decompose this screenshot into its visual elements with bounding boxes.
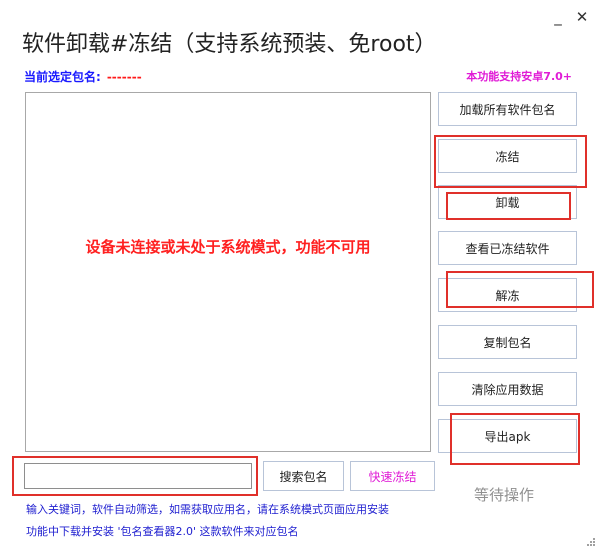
- quick-freeze-button[interactable]: 快速冻结: [350, 461, 435, 491]
- unfreeze-button[interactable]: 解冻: [438, 278, 577, 312]
- current-package-value: -------: [106, 70, 142, 84]
- freeze-button[interactable]: 冻结: [438, 139, 577, 173]
- hint-line-2: 功能中下载并安装 '包名查看器2.0' 这款软件来对应包名: [26, 525, 299, 538]
- window-title: 软件卸载#冻结（支持系统预装、免root）: [22, 32, 437, 57]
- view-frozen-button[interactable]: 查看已冻结软件: [438, 231, 577, 265]
- resize-grip-icon[interactable]: [586, 537, 596, 547]
- current-package-label: 当前选定包名:: [24, 70, 101, 84]
- copy-package-button[interactable]: 复制包名: [438, 325, 577, 359]
- load-all-packages-button[interactable]: 加载所有软件包名: [438, 92, 577, 126]
- status-text: 等待操作: [474, 486, 535, 504]
- search-package-button[interactable]: 搜索包名: [263, 461, 344, 491]
- android-support-note: 本功能支持安卓7.0+: [466, 70, 572, 83]
- uninstall-button[interactable]: 卸载: [438, 185, 577, 219]
- clear-app-data-button[interactable]: 清除应用数据: [438, 372, 577, 406]
- device-warning: 设备未连接或未处于系统模式，功能不可用: [85, 238, 371, 256]
- search-input[interactable]: [24, 463, 252, 489]
- package-list[interactable]: 设备未连接或未处于系统模式，功能不可用: [25, 92, 431, 452]
- close-button[interactable]: ✕: [572, 8, 592, 26]
- current-package: 当前选定包名: -------: [24, 68, 142, 85]
- hint-line-1: 输入关键词，软件自动筛选，如需获取应用名，请在系统模式页面应用安装: [26, 503, 389, 516]
- export-apk-button[interactable]: 导出apk: [438, 419, 577, 453]
- minimize-button[interactable]: _: [548, 8, 568, 26]
